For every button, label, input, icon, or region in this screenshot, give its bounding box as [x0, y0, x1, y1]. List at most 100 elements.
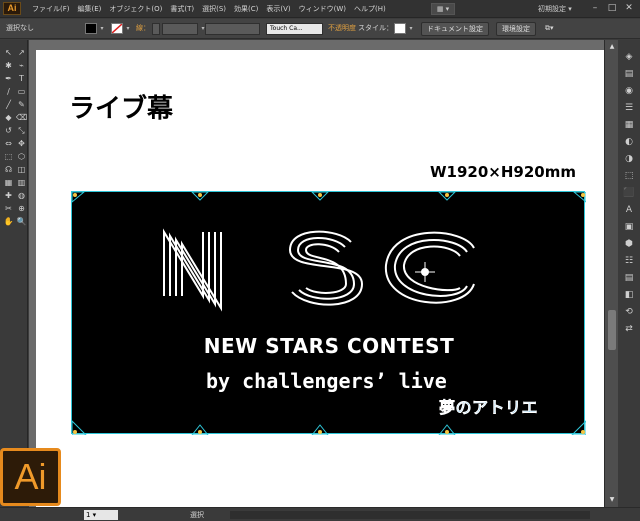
scroll-thumb[interactable] — [608, 310, 616, 350]
workspace-switcher-button[interactable]: ▦ ▾ — [431, 3, 455, 15]
tool-button-icon[interactable]: 🔍 — [16, 217, 27, 227]
app-logo-icon: Ai — [3, 2, 21, 15]
canvas-area[interactable]: ライブ幕 W1920×H920mm NEW STARS CONTEST by c… — [29, 40, 610, 512]
window-controls: – □ ✕ — [590, 3, 634, 14]
tool-button-icon[interactable]: ↖ — [3, 48, 14, 58]
stroke-weight-field[interactable] — [162, 23, 198, 35]
dock-panel-icon[interactable]: ▤ — [620, 271, 638, 285]
dock-panel-icon[interactable]: ▤ — [620, 67, 638, 81]
scroll-up-icon[interactable]: ▲ — [607, 42, 617, 52]
graphic-style-swatch[interactable] — [394, 23, 406, 34]
tool-button-icon[interactable]: ✎ — [16, 100, 27, 110]
scroll-down-icon[interactable]: ▼ — [607, 495, 617, 505]
tool-button-icon[interactable]: ╱ — [3, 100, 14, 110]
menu-view[interactable]: 表示(V) — [262, 0, 294, 18]
stroke-swatch[interactable] — [111, 23, 123, 34]
tool-button-icon[interactable]: ◫ — [16, 165, 27, 175]
illustrator-logo-text: Ai — [14, 456, 47, 497]
dock-panel-icon[interactable]: ⬢ — [620, 237, 638, 251]
page-title[interactable]: ライブ幕 — [69, 88, 173, 125]
menu-file[interactable]: ファイル(F) — [28, 0, 74, 18]
align-icon[interactable]: ⧉▾ — [545, 22, 554, 35]
tool-button-icon[interactable]: ▦ — [3, 178, 14, 188]
menu-edit[interactable]: 編集(E) — [74, 0, 106, 18]
fill-swatch[interactable] — [85, 23, 97, 34]
dock-panel-icon[interactable]: ◧ — [620, 288, 638, 302]
tool-button-icon[interactable]: ⌫ — [16, 113, 27, 123]
tool-button-icon[interactable]: ✋ — [3, 217, 14, 227]
anchor-bottom-0 — [73, 430, 77, 434]
tool-button-icon[interactable]: ✥ — [16, 139, 27, 149]
document-setup-button[interactable]: ドキュメント設定 — [421, 22, 489, 36]
vertical-scrollbar[interactable]: ▲ ▼ — [604, 40, 618, 507]
tool-button-icon[interactable]: ⬚ — [3, 152, 14, 162]
close-icon[interactable]: ✕ — [624, 3, 634, 14]
tool-button-icon[interactable]: ▥ — [16, 178, 27, 188]
tool-button-icon[interactable]: ◍ — [16, 191, 27, 201]
horizontal-scrollbar[interactable] — [230, 511, 590, 519]
dock-panel-icon[interactable]: ☰ — [620, 101, 638, 115]
live-banner-artwork[interactable]: NEW STARS CONTEST by challengers’ live 夢… — [71, 191, 586, 435]
selection-status: 選択なし — [6, 24, 34, 32]
fill-dropdown-icon[interactable]: ▾ — [98, 23, 106, 35]
menu-effect[interactable]: 効果(C) — [230, 0, 262, 18]
tool-button-icon[interactable]: ◆ — [3, 113, 14, 123]
menu-help[interactable]: ヘルプ(H) — [350, 0, 390, 18]
tool-button-icon[interactable]: ∕ — [3, 87, 14, 97]
style-dropdown-icon[interactable]: ▾ — [407, 23, 415, 35]
tool-button-icon[interactable]: ↗ — [16, 48, 27, 58]
tool-button-icon[interactable]: ☊ — [3, 165, 14, 175]
dock-panel-icon[interactable]: ▣ — [620, 220, 638, 234]
illustrator-logo-icon: Ai — [0, 448, 61, 506]
tool-button-icon[interactable]: ⬡ — [16, 152, 27, 162]
dock-panel-icon[interactable]: ☷ — [620, 254, 638, 268]
minimize-icon[interactable]: – — [590, 3, 600, 14]
tool-button-icon[interactable]: ✂ — [3, 204, 14, 214]
status-text[interactable]: 選択 — [190, 508, 204, 521]
opacity-label[interactable]: 不透明度 — [328, 22, 356, 35]
dock-panel-icon[interactable]: A — [620, 203, 638, 217]
tool-button-icon[interactable]: ✱ — [3, 61, 14, 71]
tool-button-icon[interactable]: ⤡ — [16, 126, 27, 136]
selection-guides — [72, 192, 586, 435]
menu-object[interactable]: オブジェクト(O) — [105, 0, 166, 18]
anchor-bottom-3 — [445, 430, 449, 434]
menu-select[interactable]: 選択(S) — [198, 0, 230, 18]
stroke-weight-stepper[interactable] — [152, 23, 160, 35]
maximize-icon[interactable]: □ — [607, 3, 617, 14]
tool-button-icon[interactable]: ↺ — [3, 126, 14, 136]
workspace-dropdown[interactable]: 初期設定 ▾ — [538, 3, 572, 15]
variable-width-field[interactable] — [205, 23, 260, 35]
dock-panel-icon[interactable]: ⬚ — [620, 169, 638, 183]
tool-button-icon[interactable]: ⊕ — [16, 204, 27, 214]
anchor-top-3 — [445, 193, 449, 197]
brush-definition-field[interactable]: Touch Ca... — [266, 23, 323, 35]
dock-panel-icon[interactable]: ▦ — [620, 118, 638, 132]
tool-button-icon[interactable]: ⌁ — [16, 61, 27, 71]
anchor-bottom-4 — [581, 430, 585, 434]
anchor-top-0 — [73, 193, 77, 197]
dock-panel-icon[interactable]: ◈ — [620, 50, 638, 64]
stroke-dropdown-icon[interactable]: ▾ — [124, 23, 132, 35]
banner-size-label[interactable]: W1920×H920mm — [430, 163, 576, 181]
dock-panel-icon[interactable]: ◑ — [620, 152, 638, 166]
dock-panel-icon[interactable]: ◐ — [620, 135, 638, 149]
tool-button-icon[interactable]: T — [16, 74, 27, 84]
tool-button-icon[interactable]: ▭ — [16, 87, 27, 97]
dock-icons: ◈ ▤ ◉ ☰ ▦ ◐ ◑ ⬚ ⬛ A ▣ ⬢ ☷ ▤ ◧ ⟲ ⇄ — [620, 50, 638, 336]
artboard[interactable]: ライブ幕 W1920×H920mm NEW STARS CONTEST by c… — [36, 50, 610, 512]
tool-button-icon[interactable]: ✒ — [3, 74, 14, 84]
dock-panel-icon[interactable]: ⟲ — [620, 305, 638, 319]
menu-window[interactable]: ウィンドウ(W) — [295, 0, 350, 18]
zoom-field[interactable]: 1 ▾ — [84, 510, 118, 520]
menu-type[interactable]: 書式(T) — [166, 0, 198, 18]
tool-button-icon[interactable]: ✚ — [3, 191, 14, 201]
dock-panel-icon[interactable]: ◉ — [620, 84, 638, 98]
preferences-button[interactable]: 環境設定 — [496, 22, 536, 36]
tool-button-icon[interactable]: ⇔ — [3, 139, 14, 149]
stroke-label: 線： — [136, 24, 150, 32]
dock-panel-icon[interactable]: ⬛ — [620, 186, 638, 200]
no-stroke-slash-icon — [111, 23, 123, 34]
dock-panel-icon[interactable]: ⇄ — [620, 322, 638, 336]
brush-definition-label: Touch Ca... — [270, 25, 303, 32]
